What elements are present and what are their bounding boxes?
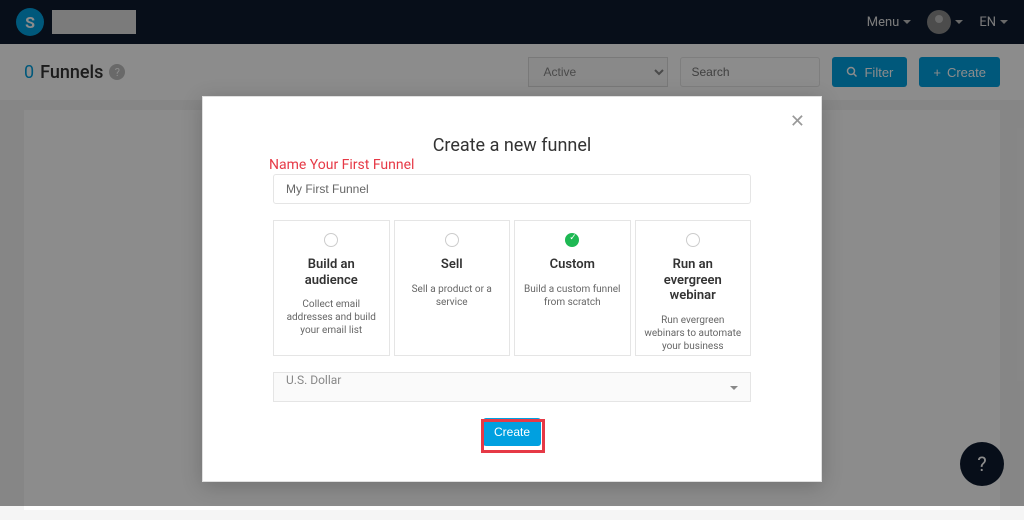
- radio-icon-selected: [565, 233, 579, 247]
- modal-title: Create a new funnel: [203, 135, 821, 156]
- close-button[interactable]: ✕: [790, 111, 805, 132]
- create-funnel-modal: ✕ Create a new funnel Name Your First Fu…: [202, 96, 822, 482]
- option-desc: Run evergreen webinars to automate your …: [644, 314, 743, 353]
- option-title: Run an evergreen webinar: [644, 257, 743, 304]
- radio-icon: [445, 233, 459, 247]
- chevron-down-icon: [730, 386, 738, 390]
- currency-value: U.S. Dollar: [286, 373, 341, 387]
- currency-select[interactable]: U.S. Dollar: [273, 372, 751, 402]
- option-title: Build an audience: [282, 257, 381, 288]
- radio-icon: [324, 233, 338, 247]
- option-build-audience[interactable]: Build an audience Collect email addresse…: [273, 220, 390, 356]
- funnel-name-input[interactable]: [273, 174, 751, 204]
- option-desc: Collect email addresses and build your e…: [282, 298, 381, 337]
- option-title: Custom: [523, 257, 622, 273]
- annotation-label: Name Your First Funnel: [269, 157, 414, 173]
- option-desc: Build a custom funnel from scratch: [523, 283, 622, 309]
- option-custom[interactable]: Custom Build a custom funnel from scratc…: [514, 220, 631, 356]
- option-desc: Sell a product or a service: [403, 283, 502, 309]
- funnel-type-options: Build an audience Collect email addresse…: [273, 220, 751, 356]
- option-webinar[interactable]: Run an evergreen webinar Run evergreen w…: [635, 220, 752, 356]
- option-sell[interactable]: Sell Sell a product or a service: [394, 220, 511, 356]
- radio-icon: [686, 233, 700, 247]
- option-title: Sell: [403, 257, 502, 273]
- close-icon: ✕: [790, 111, 805, 131]
- create-funnel-button[interactable]: Create: [483, 418, 541, 446]
